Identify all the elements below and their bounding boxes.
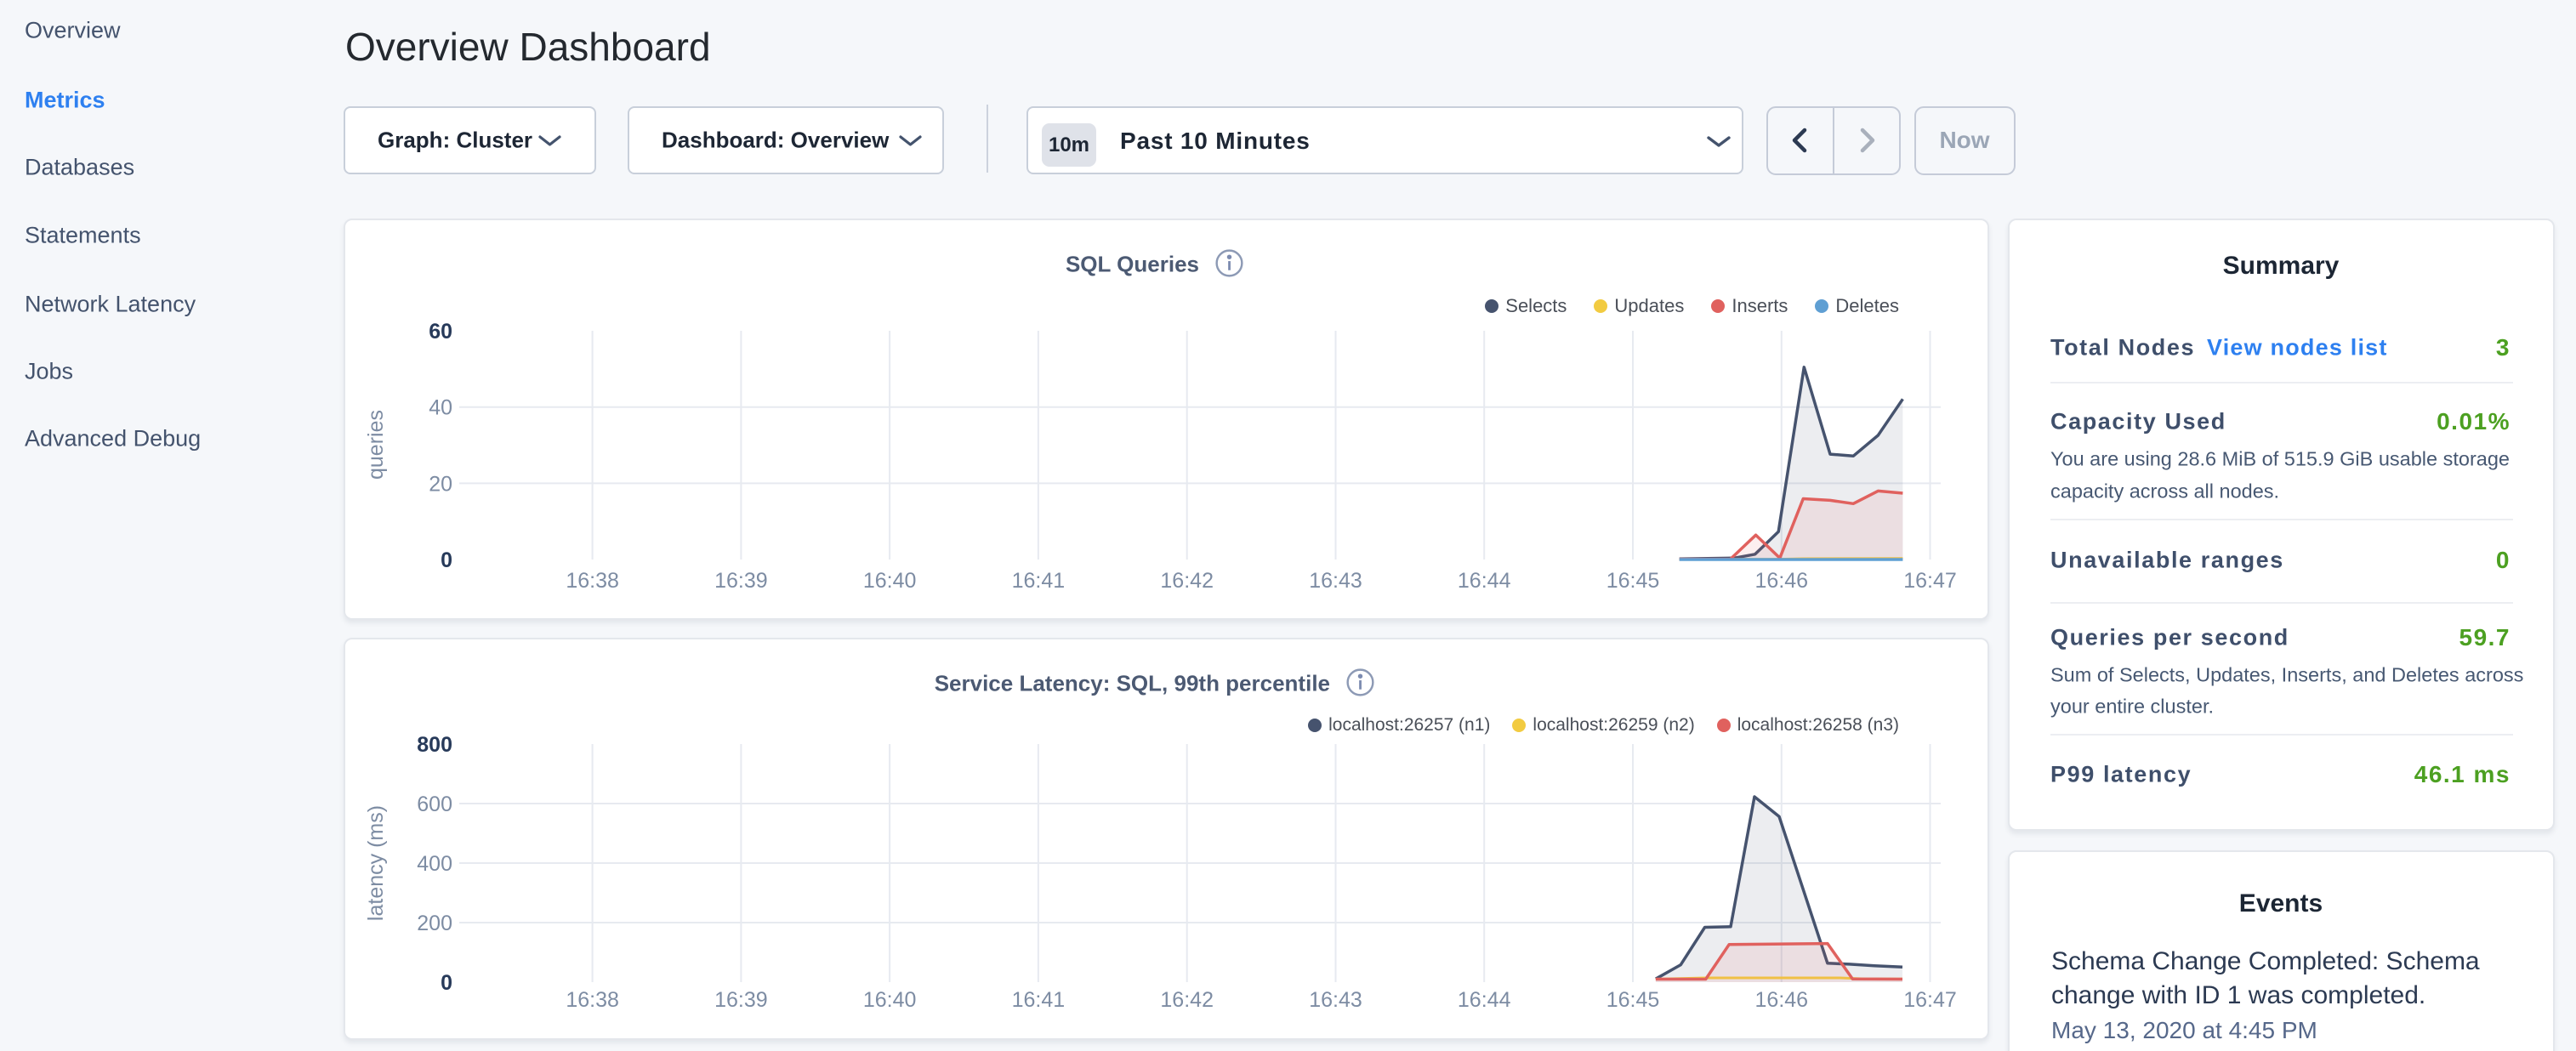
svg-text:0: 0 (441, 548, 452, 572)
svg-text:60: 60 (429, 320, 452, 344)
svg-text:40: 40 (429, 396, 452, 420)
svg-text:16:44: 16:44 (1458, 569, 1511, 593)
svg-text:16:46: 16:46 (1755, 988, 1809, 1012)
svg-text:16:44: 16:44 (1458, 988, 1511, 1012)
svg-text:16:43: 16:43 (1309, 988, 1362, 1012)
svg-text:16:43: 16:43 (1309, 569, 1362, 593)
svg-text:16:40: 16:40 (863, 988, 917, 1012)
svg-text:16:40: 16:40 (863, 569, 917, 593)
svg-text:16:47: 16:47 (1903, 569, 1957, 593)
svg-text:600: 600 (417, 793, 452, 816)
svg-text:16:46: 16:46 (1755, 569, 1809, 593)
svg-text:400: 400 (417, 852, 452, 876)
svg-text:200: 200 (417, 912, 452, 935)
svg-text:queries: queries (364, 410, 388, 480)
svg-text:0: 0 (441, 971, 452, 995)
svg-text:16:47: 16:47 (1903, 988, 1957, 1012)
svg-text:16:38: 16:38 (566, 988, 619, 1012)
svg-text:800: 800 (417, 733, 452, 757)
svg-text:16:38: 16:38 (566, 569, 619, 593)
svg-text:16:45: 16:45 (1606, 988, 1660, 1012)
svg-text:16:42: 16:42 (1160, 988, 1214, 1012)
svg-text:latency (ms): latency (ms) (364, 805, 388, 921)
svg-text:16:39: 16:39 (714, 988, 768, 1012)
svg-text:20: 20 (429, 472, 452, 496)
svg-text:16:41: 16:41 (1012, 988, 1066, 1012)
svg-text:16:45: 16:45 (1606, 569, 1660, 593)
svg-text:16:41: 16:41 (1012, 569, 1066, 593)
svg-text:16:42: 16:42 (1160, 569, 1214, 593)
svg-text:16:39: 16:39 (714, 569, 768, 593)
